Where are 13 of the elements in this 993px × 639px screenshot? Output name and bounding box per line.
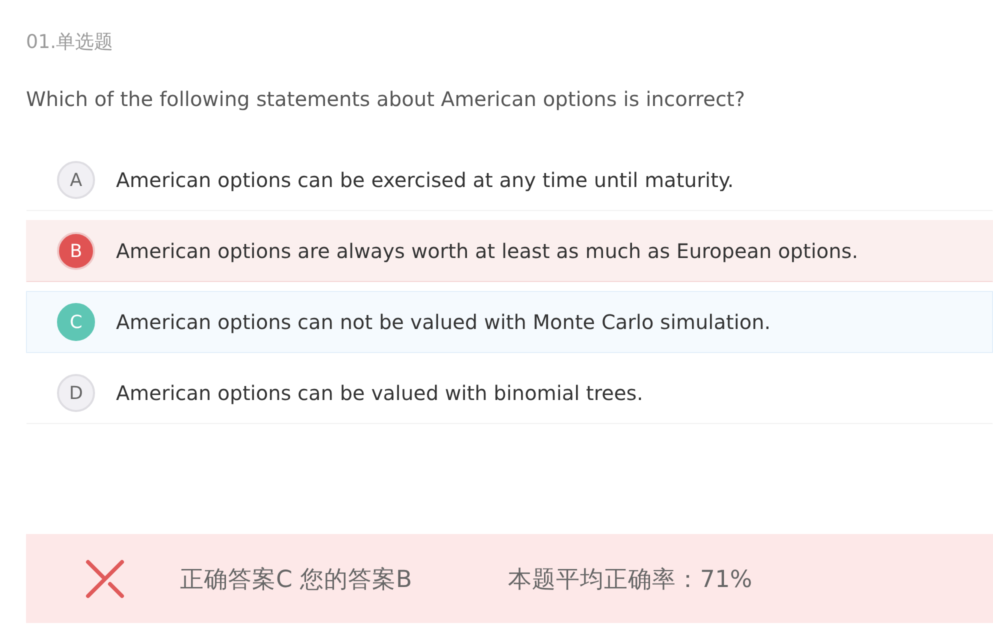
- cross-icon: [85, 558, 125, 598]
- option-letter: B: [57, 232, 95, 270]
- answer-option[interactable]: A American options can be exercised at any time until maturity.: [26, 149, 993, 211]
- question-type-label: 01.单选题: [26, 30, 114, 54]
- option-letter: C: [57, 303, 95, 341]
- answer-summary: 正确答案C 您的答案B: [180, 564, 412, 594]
- question-text: Which of the following statements about American options is incorrect?: [26, 86, 746, 113]
- average-accuracy: 本题平均正确率：71%: [508, 564, 752, 594]
- answer-option[interactable]: B American options are always worth at least as much as European options.: [26, 220, 993, 282]
- answer-option[interactable]: C American options can not be valued with Monte Carlo simulation.: [26, 291, 993, 353]
- answer-option[interactable]: D American options can be valued with binomial trees.: [26, 362, 993, 424]
- option-letter: D: [57, 374, 95, 412]
- option-letter: A: [57, 161, 95, 199]
